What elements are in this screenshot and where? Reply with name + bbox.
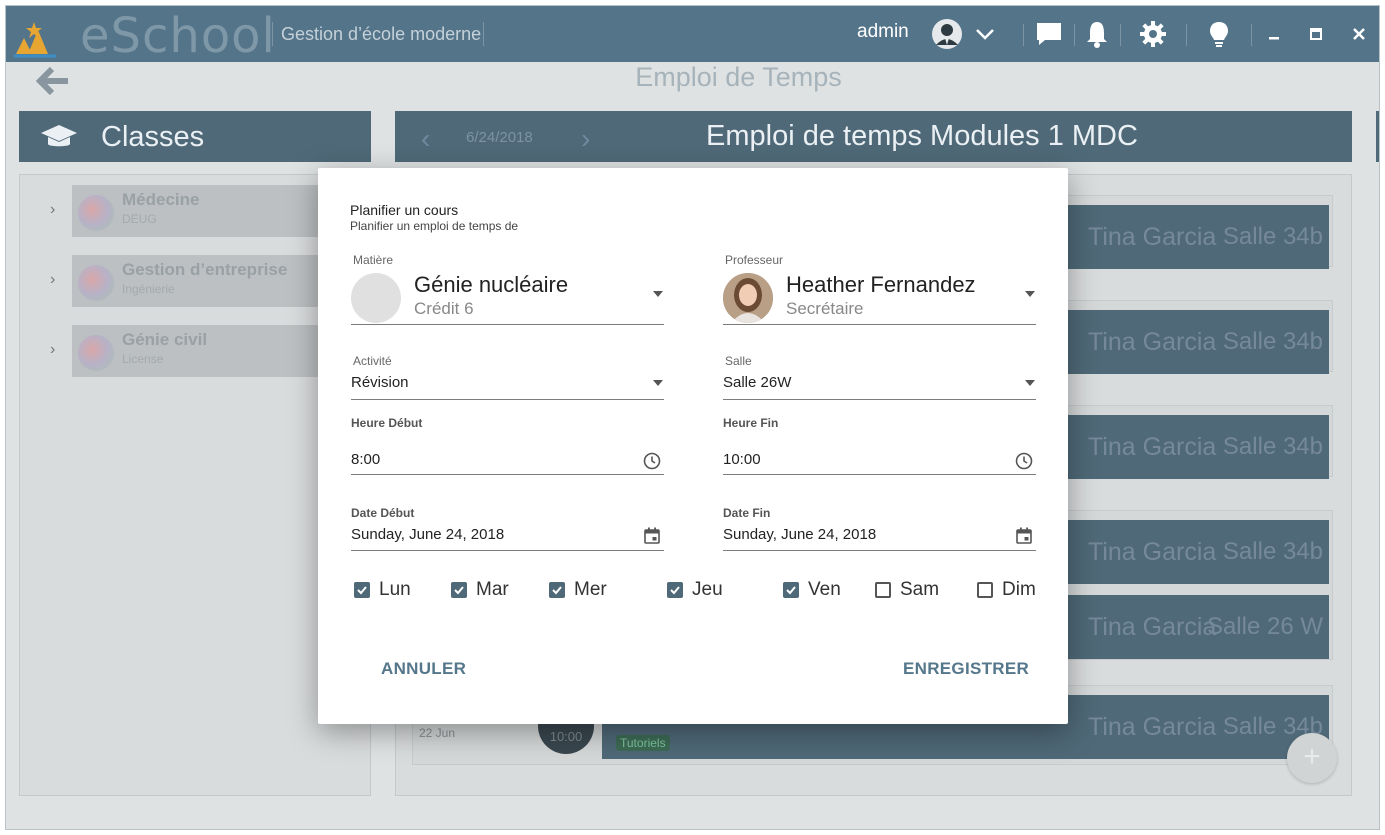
check-icon xyxy=(786,586,796,595)
day-label: Dim xyxy=(1002,579,1036,600)
chevron-down-icon[interactable] xyxy=(969,18,1001,50)
day-checkbox-mer[interactable]: Mer xyxy=(549,577,607,603)
title-bar: eSchool Gestion d’école moderne admin xyxy=(6,6,1379,64)
activity-select[interactable]: Activité Révision xyxy=(351,354,664,401)
logo-icon xyxy=(14,22,56,58)
checkbox[interactable] xyxy=(875,582,891,598)
day-label: Lun xyxy=(379,579,411,600)
start-time-field[interactable]: Heure Début 8:00 xyxy=(351,416,664,476)
subject-avatar xyxy=(351,273,401,323)
start-date-value[interactable]: Sunday, June 24, 2018 xyxy=(351,526,504,543)
check-icon xyxy=(454,586,464,595)
save-button[interactable]: ENREGISTRER xyxy=(903,659,1029,679)
checkbox[interactable] xyxy=(451,582,467,598)
day-label: Ven xyxy=(808,579,841,600)
day-label: Mar xyxy=(476,579,509,600)
lightbulb-icon[interactable] xyxy=(1203,18,1235,50)
teacher-role: Secrétaire xyxy=(786,299,864,318)
day-checkbox-dim[interactable]: Dim xyxy=(977,577,1036,603)
dropdown-arrow-icon[interactable] xyxy=(653,291,663,297)
separator xyxy=(1074,24,1075,46)
end-date-value[interactable]: Sunday, June 24, 2018 xyxy=(723,526,876,543)
app-name: eSchool xyxy=(80,8,276,64)
checkbox[interactable] xyxy=(977,582,993,598)
end-time-label: Heure Fin xyxy=(723,416,779,430)
separator xyxy=(1120,24,1121,46)
bell-icon[interactable] xyxy=(1081,18,1113,50)
end-date-field[interactable]: Date Fin Sunday, June 24, 2018 xyxy=(723,506,1036,552)
day-label: Jeu xyxy=(692,579,723,600)
teacher-avatar xyxy=(723,273,773,323)
separator xyxy=(1023,24,1024,46)
subject-credit: Crédit 6 xyxy=(414,299,474,318)
field-underline xyxy=(723,399,1036,400)
dropdown-arrow-icon[interactable] xyxy=(1025,380,1035,386)
day-checkbox-mar[interactable]: Mar xyxy=(451,577,509,603)
field-underline xyxy=(723,550,1036,551)
app-tagline: Gestion d’école moderne xyxy=(272,22,485,46)
user-name[interactable]: admin xyxy=(857,21,909,43)
day-checkbox-sam[interactable]: Sam xyxy=(875,577,939,603)
day-checkbox-lun[interactable]: Lun xyxy=(354,577,411,603)
check-icon xyxy=(552,586,562,595)
user-avatar-icon[interactable] xyxy=(931,18,963,50)
end-date-label: Date Fin xyxy=(723,506,771,520)
end-time-field[interactable]: Heure Fin 10:00 xyxy=(723,416,1036,476)
calendar-icon[interactable] xyxy=(644,527,660,544)
checkbox[interactable] xyxy=(549,582,565,598)
field-underline xyxy=(351,474,664,475)
subject-name: Génie nucléaire xyxy=(414,272,569,297)
maximize-icon[interactable] xyxy=(1300,18,1332,50)
dialog-subtitle: Planifier un emploi de temps de xyxy=(350,219,519,233)
close-icon[interactable] xyxy=(1343,18,1375,50)
cancel-button[interactable]: ANNULER xyxy=(381,659,466,679)
minimize-icon[interactable] xyxy=(1258,18,1290,50)
day-checkbox-jeu[interactable]: Jeu xyxy=(667,577,723,603)
day-label: Sam xyxy=(900,579,940,600)
check-icon xyxy=(357,586,367,595)
start-time-value[interactable]: 8:00 xyxy=(351,451,380,468)
day-checkbox-ven[interactable]: Ven xyxy=(783,577,841,603)
activity-label: Activité xyxy=(353,354,392,368)
teacher-label: Professeur xyxy=(725,253,784,267)
checkbox[interactable] xyxy=(667,582,683,598)
gear-icon[interactable] xyxy=(1137,18,1169,50)
separator xyxy=(1251,24,1252,46)
dropdown-arrow-icon[interactable] xyxy=(1025,291,1035,297)
subject-label: Matière xyxy=(353,253,394,267)
subject-select[interactable]: Matière Génie nucléaire Crédit 6 xyxy=(351,253,664,328)
end-time-value[interactable]: 10:00 xyxy=(723,451,761,468)
field-underline xyxy=(351,324,664,325)
room-label: Salle xyxy=(725,354,752,368)
field-underline xyxy=(723,324,1036,325)
room-value: Salle 26W xyxy=(723,374,792,391)
dialog-title: Planifier un cours xyxy=(350,202,459,218)
weekday-checkboxes: Lun Mar Mer Jeu Ven Sam Dim xyxy=(350,577,1040,603)
start-date-field[interactable]: Date Début Sunday, June 24, 2018 xyxy=(351,506,664,552)
field-underline xyxy=(723,474,1036,475)
separator xyxy=(1186,24,1187,46)
calendar-icon[interactable] xyxy=(1016,527,1032,544)
checkbox[interactable] xyxy=(354,582,370,598)
start-date-label: Date Début xyxy=(351,506,415,520)
day-label: Mer xyxy=(574,579,607,600)
activity-value: Révision xyxy=(351,374,409,391)
field-underline xyxy=(351,550,664,551)
start-time-label: Heure Début xyxy=(351,416,423,430)
clock-icon[interactable] xyxy=(1015,452,1033,470)
clock-icon[interactable] xyxy=(643,452,661,470)
teacher-name: Heather Fernandez xyxy=(786,272,976,297)
room-select[interactable]: Salle Salle 26W xyxy=(723,354,1036,401)
chat-icon[interactable] xyxy=(1033,18,1065,50)
teacher-select[interactable]: Professeur Heather Fernandez Secrétaire xyxy=(723,253,1036,328)
checkbox[interactable] xyxy=(783,582,799,598)
check-icon xyxy=(670,586,680,595)
schedule-course-dialog: Planifier un cours Planifier un emploi d… xyxy=(318,168,1068,724)
field-underline xyxy=(351,399,664,400)
dropdown-arrow-icon[interactable] xyxy=(653,380,663,386)
